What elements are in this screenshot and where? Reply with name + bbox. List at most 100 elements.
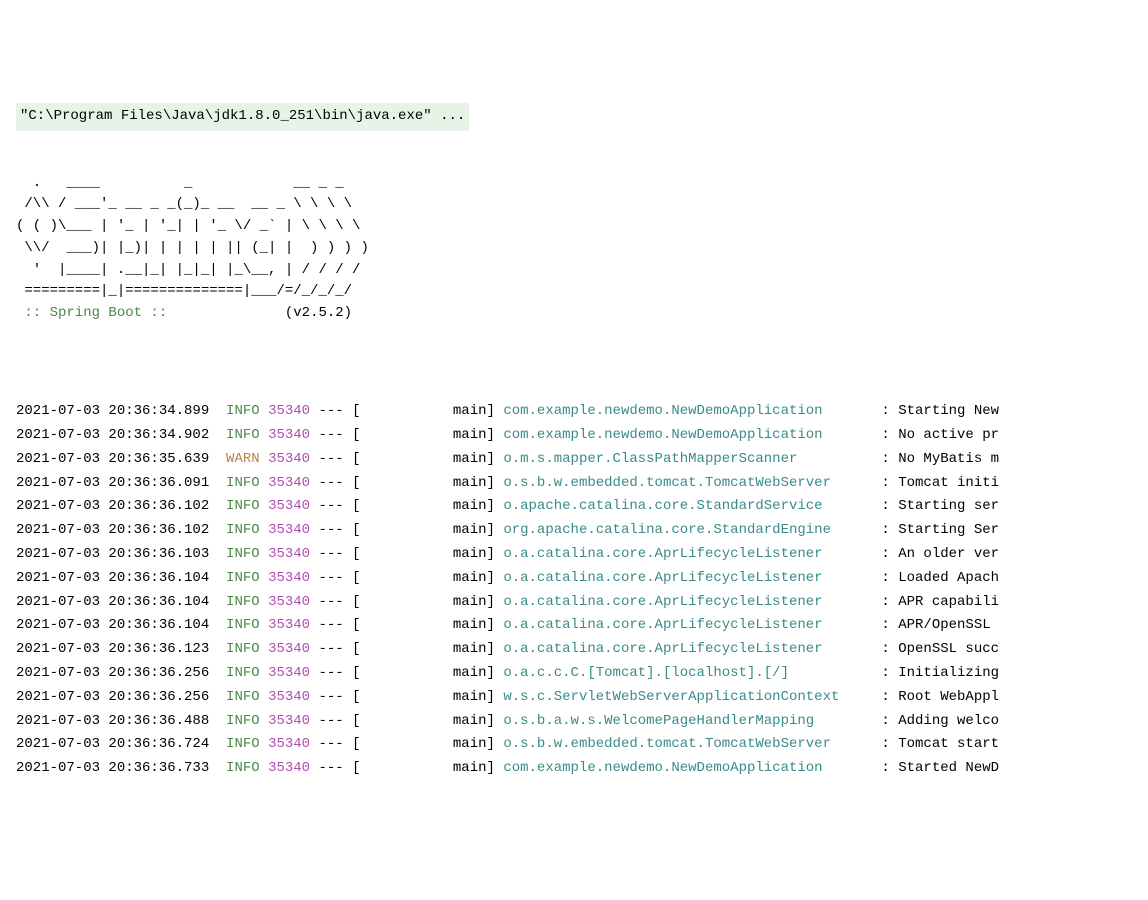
log-logger: o.a.c.c.C.[Tomcat].[localhost].[/]	[503, 665, 873, 681]
log-separator: --- [	[310, 522, 453, 538]
log-message: Starting New	[898, 403, 999, 419]
log-pid: 35340	[268, 736, 310, 752]
log-logger: org.apache.catalina.core.StandardEngine	[503, 522, 873, 538]
log-line: 2021-07-03 20:36:34.899 INFO 35340 --- […	[16, 400, 1148, 424]
log-separator: --- [	[310, 451, 453, 467]
log-colon: :	[873, 427, 898, 443]
log-message: APR/OpenSSL	[898, 617, 999, 633]
log-thread: main]	[453, 475, 503, 491]
log-pid: 35340	[268, 760, 310, 776]
log-logger: com.example.newdemo.NewDemoApplication	[503, 403, 873, 419]
log-timestamp: 2021-07-03 20:36:36.724	[16, 736, 209, 752]
log-line: 2021-07-03 20:36:34.902 INFO 35340 --- […	[16, 424, 1148, 448]
log-timestamp: 2021-07-03 20:36:36.256	[16, 665, 209, 681]
spring-boot-version: (v2.5.2)	[285, 305, 352, 321]
log-level: INFO	[226, 403, 260, 419]
log-colon: :	[873, 665, 898, 681]
log-thread: main]	[453, 451, 503, 467]
log-thread: main]	[453, 498, 503, 514]
log-line: 2021-07-03 20:36:36.724 INFO 35340 --- […	[16, 733, 1148, 757]
log-logger: o.a.catalina.core.AprLifecycleListener	[503, 617, 873, 633]
log-thread: main]	[453, 403, 503, 419]
log-level: INFO	[226, 594, 260, 610]
log-timestamp: 2021-07-03 20:36:36.256	[16, 689, 209, 705]
log-timestamp: 2021-07-03 20:36:36.102	[16, 498, 209, 514]
log-colon: :	[873, 475, 898, 491]
log-line: 2021-07-03 20:36:36.091 INFO 35340 --- […	[16, 472, 1148, 496]
log-message: Starting Ser	[898, 522, 999, 538]
banner-line-4: ' |____| .__|_| |_|_| |_\__, | / / / /	[16, 262, 360, 278]
log-output[interactable]: 2021-07-03 20:36:34.899 INFO 35340 --- […	[16, 400, 1148, 781]
spring-boot-label: :: Spring Boot ::	[16, 305, 176, 321]
log-message: An older ver	[898, 546, 999, 562]
log-message: No MyBatis m	[898, 451, 999, 467]
log-timestamp: 2021-07-03 20:36:36.102	[16, 522, 209, 538]
log-level: INFO	[226, 760, 260, 776]
log-thread: main]	[453, 736, 503, 752]
log-pid: 35340	[268, 641, 310, 657]
log-thread: main]	[453, 617, 503, 633]
banner-line-0: . ____ _ __ _ _	[16, 175, 344, 191]
log-message: Root WebAppl	[898, 689, 999, 705]
log-logger: o.a.catalina.core.AprLifecycleListener	[503, 594, 873, 610]
log-pid: 35340	[268, 427, 310, 443]
log-line: 2021-07-03 20:36:35.639 WARN 35340 --- […	[16, 448, 1148, 472]
log-colon: :	[873, 641, 898, 657]
banner-line-5: =========|_|==============|___/=/_/_/_/	[16, 283, 352, 299]
log-pid: 35340	[268, 451, 310, 467]
log-line: 2021-07-03 20:36:36.104 INFO 35340 --- […	[16, 567, 1148, 591]
log-colon: :	[873, 451, 898, 467]
log-timestamp: 2021-07-03 20:36:36.103	[16, 546, 209, 562]
log-separator: --- [	[310, 617, 453, 633]
log-pid: 35340	[268, 403, 310, 419]
log-separator: --- [	[310, 546, 453, 562]
log-line: 2021-07-03 20:36:36.123 INFO 35340 --- […	[16, 638, 1148, 662]
log-pid: 35340	[268, 689, 310, 705]
log-level: INFO	[226, 617, 260, 633]
log-thread: main]	[453, 546, 503, 562]
log-timestamp: 2021-07-03 20:36:36.733	[16, 760, 209, 776]
log-colon: :	[873, 736, 898, 752]
log-line: 2021-07-03 20:36:36.104 INFO 35340 --- […	[16, 591, 1148, 615]
log-separator: --- [	[310, 594, 453, 610]
log-message: Initializing	[898, 665, 999, 681]
log-timestamp: 2021-07-03 20:36:35.639	[16, 451, 209, 467]
banner-line-1: /\\ / ___'_ __ _ _(_)_ __ __ _ \ \ \ \	[16, 196, 352, 212]
log-level: WARN	[226, 451, 260, 467]
log-line: 2021-07-03 20:36:36.256 INFO 35340 --- […	[16, 686, 1148, 710]
log-separator: --- [	[310, 641, 453, 657]
log-logger: o.s.b.w.embedded.tomcat.TomcatWebServer	[503, 475, 873, 491]
log-colon: :	[873, 522, 898, 538]
log-level: INFO	[226, 498, 260, 514]
log-logger: o.a.catalina.core.AprLifecycleListener	[503, 570, 873, 586]
log-separator: --- [	[310, 427, 453, 443]
log-message: No active pr	[898, 427, 999, 443]
banner-line-3: \\/ ___)| |_)| | | | | || (_| | ) ) ) )	[16, 240, 369, 256]
banner-line-2: ( ( )\___ | '_ | '_| | '_ \/ _` | \ \ \ …	[16, 218, 360, 234]
log-timestamp: 2021-07-03 20:36:36.104	[16, 594, 209, 610]
log-logger: o.apache.catalina.core.StandardService	[503, 498, 873, 514]
log-message: APR capabili	[898, 594, 999, 610]
log-logger: o.a.catalina.core.AprLifecycleListener	[503, 641, 873, 657]
log-logger: o.s.b.w.embedded.tomcat.TomcatWebServer	[503, 736, 873, 752]
log-colon: :	[873, 689, 898, 705]
log-level: INFO	[226, 427, 260, 443]
log-line: 2021-07-03 20:36:36.488 INFO 35340 --- […	[16, 710, 1148, 734]
log-message: Starting ser	[898, 498, 999, 514]
log-colon: :	[873, 760, 898, 776]
log-level: INFO	[226, 641, 260, 657]
log-separator: --- [	[310, 760, 453, 776]
log-pid: 35340	[268, 498, 310, 514]
log-message: Tomcat initi	[898, 475, 999, 491]
log-timestamp: 2021-07-03 20:36:36.091	[16, 475, 209, 491]
log-message: Loaded Apach	[898, 570, 999, 586]
log-colon: :	[873, 594, 898, 610]
log-level: INFO	[226, 522, 260, 538]
spring-banner: . ____ _ __ _ _ /\\ / ___'_ __ _ _(_)_ _…	[16, 173, 1148, 325]
log-level: INFO	[226, 689, 260, 705]
log-separator: --- [	[310, 498, 453, 514]
log-message: Started NewD	[898, 760, 999, 776]
log-thread: main]	[453, 594, 503, 610]
log-pid: 35340	[268, 522, 310, 538]
log-thread: main]	[453, 689, 503, 705]
